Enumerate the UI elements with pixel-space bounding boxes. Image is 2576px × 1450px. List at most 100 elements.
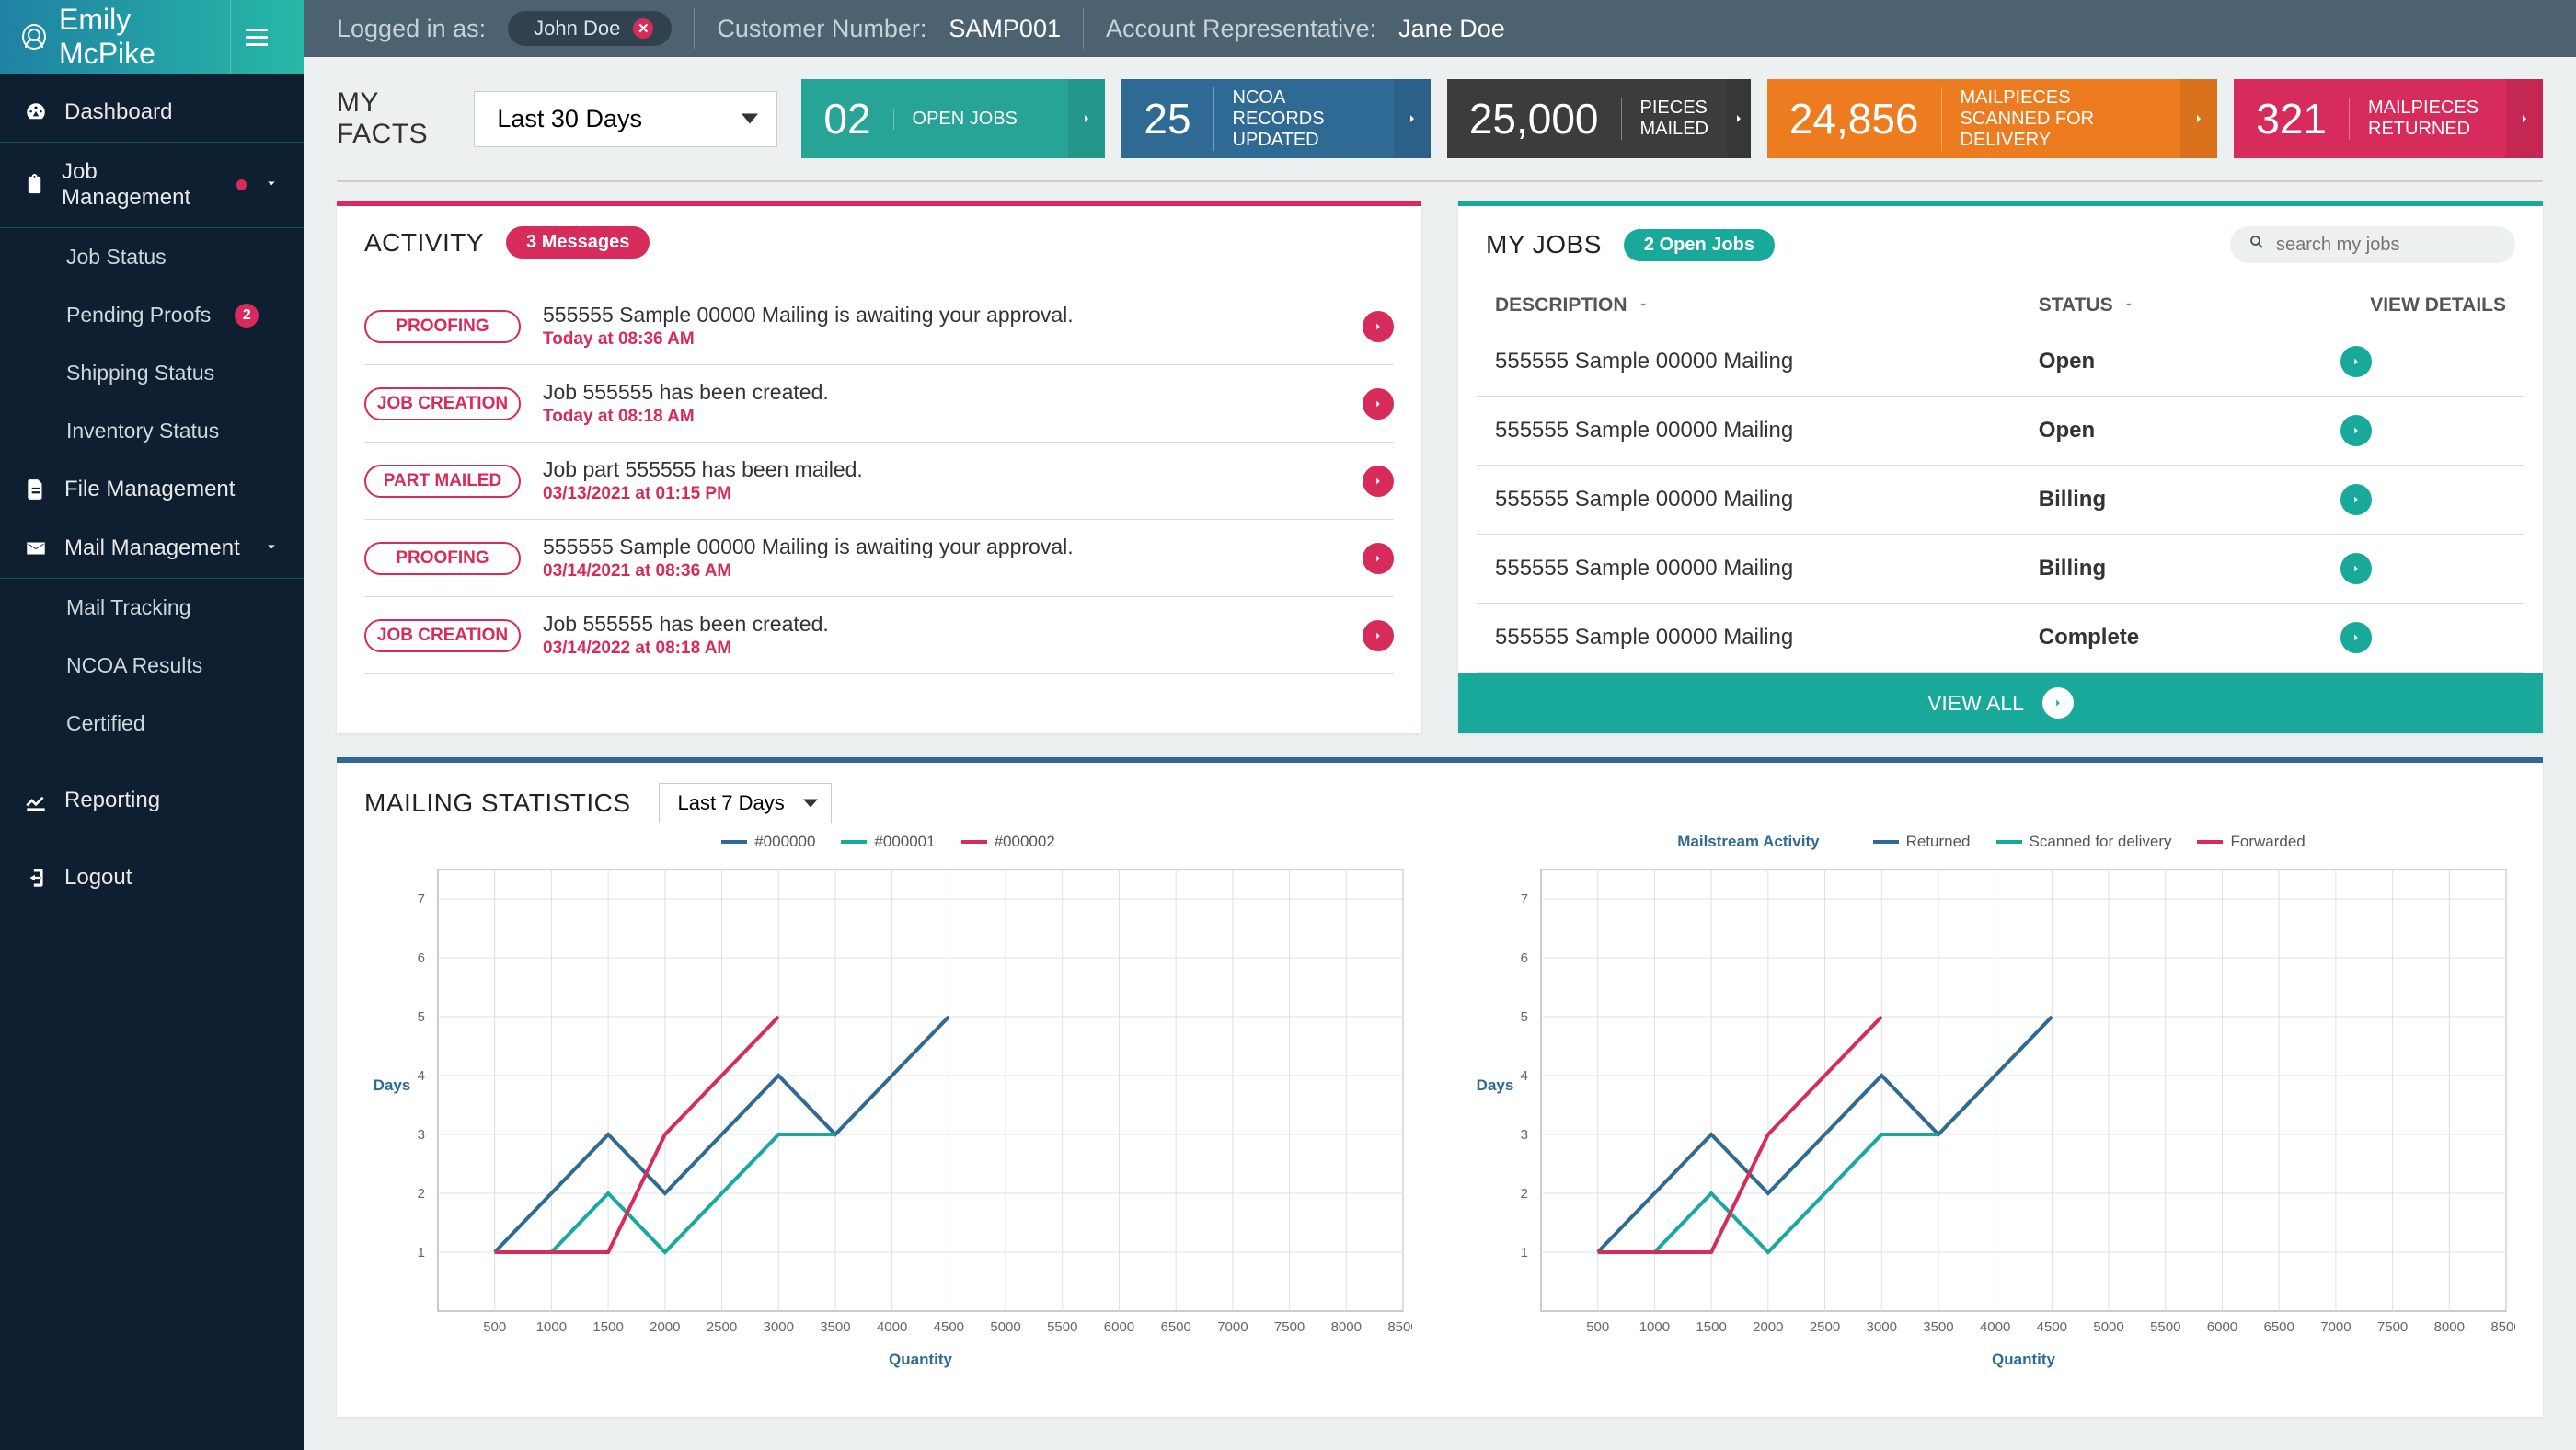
nav-inventory-status[interactable]: Inventory Status [0,402,304,460]
fact-card-pieces-mailed[interactable]: 25,000 PIECES MAILED [1447,79,1751,158]
nav-ncoa-results[interactable]: NCOA Results [0,637,304,695]
nav-shipping-status[interactable]: Shipping Status [0,344,304,402]
svg-text:3500: 3500 [1923,1319,1953,1335]
user-name: Emily McPike [59,3,221,71]
stats-title: MAILING STATISTICS [364,788,631,818]
svg-text:5: 5 [1521,1009,1528,1025]
divider [694,8,695,49]
svg-text:5: 5 [418,1009,425,1025]
nav-label: Pending Proofs [66,303,211,328]
svg-text:4000: 4000 [1980,1319,2010,1335]
fact-card-returned[interactable]: 321 MAILPIECES RETURNED [2234,79,2543,158]
chart-2-legend-title: Mailstream Activity [1677,833,1819,851]
legend-item: Forwarded [2197,833,2305,851]
jobs-columns: DESCRIPTION STATUS VIEW DETAILS [1458,283,2543,328]
jobs-search-input[interactable] [2276,235,2520,256]
close-icon[interactable]: ✕ [633,18,653,39]
activity-open-button[interactable] [1363,466,1394,497]
facts-range-dropdown[interactable]: Last 30 Days [474,91,777,147]
nav-label: Mail Tracking [66,595,190,620]
activity-tag: JOB CREATION [364,387,521,420]
job-row: 555555 Sample 00000 MailingOpen [1477,397,2524,466]
job-view-button[interactable] [2340,484,2372,515]
job-view-button[interactable] [2340,553,2372,584]
myjobs-count-pill: 2 Open Jobs [1624,229,1775,261]
jobs-search[interactable] [2230,226,2515,263]
fact-label: OPEN JOBS [893,109,1069,130]
nav-label: Inventory Status [66,419,219,443]
topbar: Logged in as: John Doe ✕ Customer Number… [304,0,2576,57]
view-all-label: VIEW ALL [1927,691,2024,716]
job-status: Billing [2039,487,2340,512]
nav-pending-proofs[interactable]: Pending Proofs 2 [0,286,304,344]
customer-number-label: Customer Number: [717,15,926,43]
activity-open-button[interactable] [1363,620,1394,651]
legend-item: #000002 [961,833,1055,851]
chart-2-legend: Mailstream Activity Returned Scanned for… [1467,833,2515,851]
view-all-button[interactable]: VIEW ALL [1458,673,2543,733]
nav-job-status[interactable]: Job Status [0,228,304,286]
charts-row: #000000 #000001 #000002 5001000150020002… [337,833,2543,1417]
svg-text:500: 500 [483,1319,506,1335]
svg-text:3000: 3000 [764,1319,794,1335]
activity-msg: Job part 555555 has been mailed. [543,457,1340,482]
nav-job-management[interactable]: Job Management [0,142,304,228]
svg-text:7500: 7500 [1274,1319,1305,1335]
stats-range-value: Last 7 Days [678,791,785,814]
svg-text:1500: 1500 [592,1319,623,1335]
nav-dashboard[interactable]: Dashboard [0,83,304,142]
nav-label: Job Management [62,159,213,211]
chevron-right-icon [1394,79,1431,158]
nav-logout[interactable]: Logout [0,848,304,907]
svg-text:6: 6 [418,950,425,966]
current-user[interactable]: Emily McPike [22,3,221,71]
svg-text:6500: 6500 [1160,1319,1190,1335]
svg-text:2: 2 [418,1186,425,1202]
nav-reporting[interactable]: Reporting [0,771,304,830]
nav-mail-management[interactable]: Mail Management [0,519,304,579]
col-description[interactable]: DESCRIPTION [1495,294,2039,316]
nav-label: Certified [66,711,145,736]
fact-num: 02 [801,94,892,144]
activity-open-button[interactable] [1363,388,1394,420]
job-row: 555555 Sample 00000 MailingOpen [1477,328,2524,397]
activity-item: PROOFING555555 Sample 00000 Mailing is a… [364,288,1394,365]
chart-line-icon [24,788,48,812]
myjobs-title: MY JOBS [1486,230,1602,259]
svg-text:4: 4 [418,1068,425,1084]
job-desc: 555555 Sample 00000 Mailing [1495,487,2039,512]
activity-time: Today at 08:36 AM [543,329,1340,350]
search-icon [2248,234,2265,256]
job-view-button[interactable] [2340,622,2372,653]
nav-label: Job Status [66,245,167,270]
fact-card-ncoa[interactable]: 25 NCOA RECORDS UPDATED [1121,79,1430,158]
nav-file-management[interactable]: File Management [0,460,304,519]
job-view-button[interactable] [2340,346,2372,377]
nav-certified[interactable]: Certified [0,695,304,753]
hamburger-icon [246,29,268,46]
svg-text:1: 1 [418,1245,425,1260]
activity-list: PROOFING555555 Sample 00000 Mailing is a… [337,279,1421,702]
svg-text:3: 3 [418,1127,425,1143]
legend-item: Returned [1873,833,1971,851]
nav-label: Reporting [64,788,160,813]
svg-text:6000: 6000 [1104,1319,1134,1335]
job-view-button[interactable] [2340,415,2372,446]
activity-msg: Job 555555 has been created. [543,380,1340,405]
account-rep-value: Jane Doe [1398,15,1505,43]
job-status: Open [2039,349,2340,374]
menu-toggle[interactable] [230,0,282,74]
activity-item: PROOFING555555 Sample 00000 Mailing is a… [364,520,1394,597]
activity-open-button[interactable] [1363,311,1394,342]
impersonation-pill[interactable]: John Doe ✕ [508,11,672,46]
activity-open-button[interactable] [1363,543,1394,574]
col-status[interactable]: STATUS [2039,294,2340,316]
svg-text:7000: 7000 [2320,1319,2351,1335]
fact-card-open-jobs[interactable]: 02 OPEN JOBS [801,79,1105,158]
activity-item: JOB CREATIONJob 555555 has been created.… [364,597,1394,674]
fact-card-scanned[interactable]: 24,856 MAILPIECES SCANNED FOR DELIVERY [1767,79,2217,158]
main: Logged in as: John Doe ✕ Customer Number… [304,0,2576,1450]
stats-range-dropdown[interactable]: Last 7 Days [659,783,832,823]
chevron-right-icon [2180,79,2217,158]
nav-mail-tracking[interactable]: Mail Tracking [0,579,304,637]
